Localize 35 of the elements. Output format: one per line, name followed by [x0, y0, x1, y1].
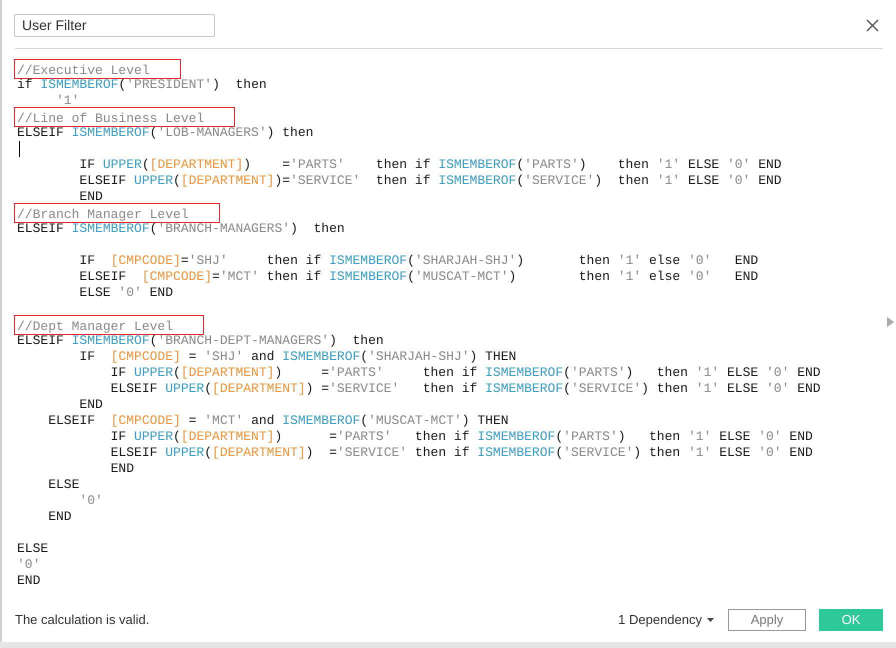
code-line: ELSEIF [CMPCODE]='MCT' then if ISMEMBEROF('MUSCAT-MCT') then '1' else '0' END [79, 269, 758, 285]
name-field[interactable]: User Filter [14, 14, 215, 36]
code-line: END [48, 509, 72, 525]
code-line: IF [CMPCODE] = 'SHJ' and ISMEMBEROF('SHARJAH-SHJ') THEN [79, 349, 516, 365]
code-comment: //Executive Level [14, 59, 181, 79]
code-line: '0' [79, 493, 103, 509]
code-line: ELSEIF ISMEMBEROF('BRANCH-MANAGERS') then [17, 221, 345, 237]
code-line: if ISMEMBEROF('PRESIDENT') then [17, 77, 267, 93]
code-line: ELSEIF UPPER([DEPARTMENT])='SERVICE' then if ISMEMBEROF('SERVICE') then '1' ELSE '0' END [79, 173, 782, 189]
code-line: IF UPPER([DEPARTMENT]) ='PARTS' then if ISMEMBEROF('PARTS') then '1' ELSE '0' END [110, 365, 821, 381]
code-line: END [79, 397, 103, 413]
code-line: IF UPPER([DEPARTMENT]) ='PARTS' then if ISMEMBEROF('PARTS') then '1' ELSE '0' END [79, 157, 782, 173]
code-line: IF [CMPCODE]='SHJ' then if ISMEMBEROF('SHARJAH-SHJ') then '1' else '0' END [79, 253, 758, 269]
close-icon[interactable] [866, 18, 879, 32]
code-line: ELSE '0' END [79, 285, 174, 301]
code-line: ELSEIF UPPER([DEPARTMENT]) ='SERVICE' then if ISMEMBEROF('SERVICE') then '1' ELSE '0' END [110, 445, 813, 461]
status-text: The calculation is valid. [15, 611, 150, 630]
apply-button[interactable]: Apply [728, 609, 806, 631]
caret-icon [707, 618, 714, 622]
code-line: END [110, 461, 134, 477]
code-comment: //Dept Manager Level [14, 315, 204, 335]
code-line: ELSEIF UPPER([DEPARTMENT]) ='SERVICE' then if ISMEMBEROF('SERVICE') then '1' ELSE '0' END [110, 381, 821, 397]
code-line: '0' [17, 557, 40, 573]
code-comment: //Line of Business Level [14, 107, 236, 127]
code-line: END [79, 189, 103, 205]
code-line: ELSEIF ISMEMBEROF('BRANCH-DEPT-MANAGERS') then [17, 333, 384, 349]
code-line: END [17, 573, 40, 589]
dependency-button[interactable]: 1 Dependency [618, 610, 714, 630]
code-line: ELSE [17, 541, 48, 557]
code-line: ELSE [48, 477, 80, 493]
code-line: ELSEIF [CMPCODE] = 'MCT' and ISMEMBEROF('MUSCAT-MCT') THEN [48, 413, 509, 429]
code-comment: //Branch Manager Level [14, 203, 220, 223]
code-line: ELSEIF ISMEMBEROF('LOB-MANAGERS') then [17, 125, 314, 141]
code-line: '1' [56, 93, 80, 109]
code-line: IF UPPER([DEPARTMENT]) ='PARTS' then if ISMEMBEROF('PARTS') then '1' ELSE '0' END [110, 429, 813, 445]
